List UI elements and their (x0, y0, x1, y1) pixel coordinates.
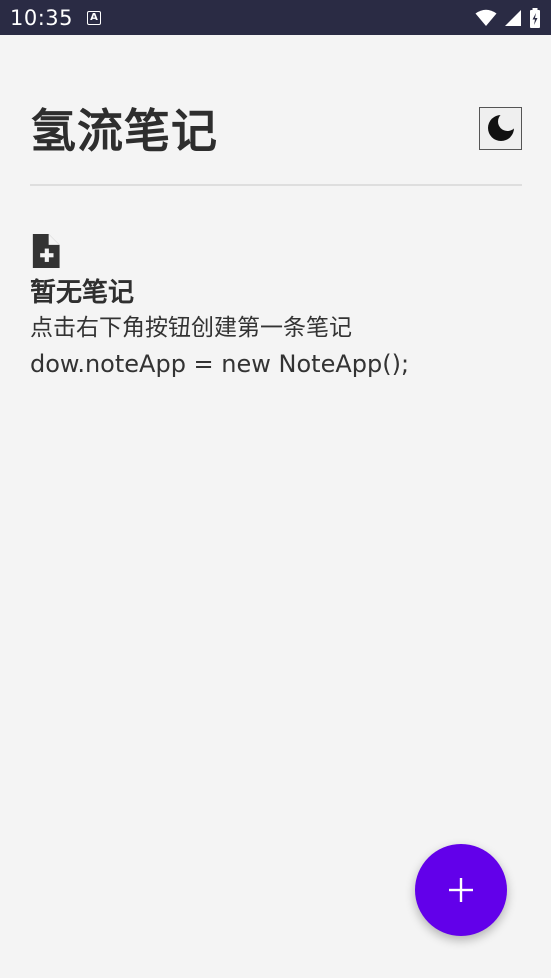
status-time: 10:35 (10, 5, 74, 30)
signal-icon (505, 9, 521, 26)
plus-icon (449, 878, 473, 902)
app-notification-icon: A (87, 10, 102, 25)
empty-code-text: dow.noteApp = new NoteApp(); (30, 350, 410, 378)
empty-title: 暂无笔记 (30, 278, 135, 308)
app-title: 氢流笔记 (30, 104, 218, 158)
status-bar: 10:35 A (0, 0, 551, 35)
battery-icon (530, 7, 540, 28)
wifi-icon (475, 9, 497, 26)
theme-toggle-button[interactable] (479, 106, 522, 150)
add-note-button[interactable] (415, 844, 507, 936)
empty-state: 暂无笔记 点击右下角按钮创建第一条笔记 dow.noteApp = new No… (30, 234, 522, 382)
empty-description: 点击右下角按钮创建第一条笔记 (30, 315, 352, 341)
header: 氢流笔记 (30, 92, 522, 164)
status-icons (475, 7, 541, 28)
note-add-icon (32, 234, 60, 268)
header-divider (30, 184, 522, 186)
moon-icon (487, 113, 516, 141)
